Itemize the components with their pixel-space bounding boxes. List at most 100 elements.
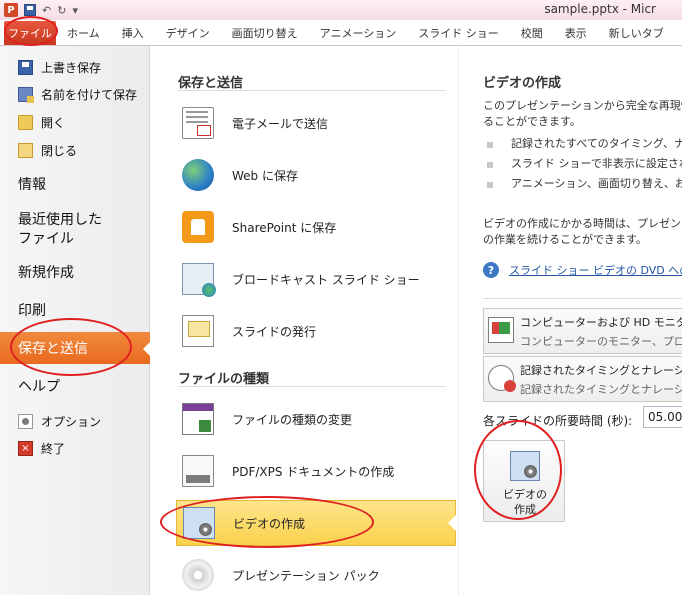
panel-description: ることができます。	[483, 115, 581, 128]
monitor-icon	[488, 317, 514, 343]
redo-icon[interactable]: ↻	[57, 4, 66, 17]
tab-file[interactable]: ファイル	[4, 21, 56, 45]
option-broadcast-slideshow[interactable]: ブロードキャスト スライド ショー	[176, 256, 456, 302]
panel-description: このプレゼンテーションから完全な再現性	[483, 99, 682, 112]
nav-exit-label: 終了	[41, 441, 66, 456]
dropdown-subtitle: 記録されたタイミングとナレーション	[520, 383, 682, 396]
nav-open-label: 開く	[41, 115, 66, 130]
dvd-help-link[interactable]: スライド ショー ビデオの DVD への	[509, 262, 682, 278]
nav-close-label: 閉じる	[41, 143, 78, 158]
nav-save[interactable]: 上書き保存	[0, 54, 101, 80]
save-as-icon	[18, 86, 34, 103]
nav-open[interactable]: 開く	[0, 109, 65, 135]
tab-new-tab[interactable]: 新しいタブ	[598, 21, 675, 45]
nav-recent[interactable]: 最近使用した ファイル	[0, 208, 150, 252]
backstage-left-nav: 上書き保存 名前を付けて保存 開く 閉じる 情報 最近使用した ファイル 新規作…	[0, 46, 151, 595]
customize-qat-icon[interactable]: ▾	[72, 4, 78, 17]
create-video-button-label: ビデオの 作成	[503, 488, 547, 516]
nav-save-as-label: 名前を付けて保存	[41, 87, 138, 102]
option-create-video[interactable]: ビデオの作成	[176, 500, 456, 546]
seconds-per-slide-input[interactable]: 05.00	[643, 406, 682, 428]
powerpoint-backstage-window: P ↶ ↻ ▾ sample.pptx - Micr ファイル ホーム 挿入 デ…	[0, 0, 682, 595]
email-icon	[182, 107, 214, 139]
bullet-item: スライド ショーで非表示に設定され	[511, 157, 682, 170]
bullet-marker	[487, 142, 493, 148]
option-label: SharePoint に保存	[232, 220, 337, 235]
tab-view[interactable]: 表示	[554, 21, 598, 45]
create-video-button[interactable]: ビデオの 作成	[483, 440, 565, 522]
nav-save-and-send[interactable]: 保存と送信	[0, 332, 151, 364]
publish-slides-icon	[182, 315, 214, 347]
options-icon	[18, 413, 33, 429]
close-folder-icon	[18, 142, 33, 158]
tab-slideshow[interactable]: スライド ショー	[407, 21, 510, 45]
help-icon: ?	[483, 262, 499, 278]
bullet-item: アニメーション、画面切り替え、およ	[511, 177, 682, 190]
tab-home[interactable]: ホーム	[56, 21, 111, 45]
nav-close[interactable]: 閉じる	[0, 137, 77, 163]
divider	[483, 298, 682, 299]
change-file-type-icon	[182, 403, 214, 435]
exit-icon: ×	[18, 440, 33, 456]
divider	[178, 386, 446, 387]
nav-options[interactable]: オプション	[0, 408, 101, 434]
option-save-to-web[interactable]: Web に保存	[176, 152, 456, 198]
option-label: ファイルの種類の変更	[232, 412, 353, 427]
nav-new[interactable]: 新規作成	[0, 256, 150, 288]
sharepoint-icon	[182, 211, 214, 243]
option-create-pdf-xps[interactable]: PDF/XPS ドキュメントの作成	[176, 448, 456, 494]
title-bar: P ↶ ↻ ▾ sample.pptx - Micr	[0, 0, 682, 20]
option-change-file-type[interactable]: ファイルの種類の変更	[176, 396, 456, 442]
option-label: スライドの発行	[232, 324, 317, 339]
help-row: ? スライド ショー ビデオの DVD への	[483, 262, 682, 278]
tab-animations[interactable]: アニメーション	[309, 21, 408, 45]
nav-help[interactable]: ヘルプ	[0, 370, 150, 402]
ribbon-tab-bar: ファイル ホーム 挿入 デザイン 画面切り替え アニメーション スライド ショー…	[0, 20, 682, 46]
pdf-document-icon	[182, 455, 214, 487]
option-label: PDF/XPS ドキュメントの作成	[232, 464, 395, 479]
option-label: Web に保存	[232, 168, 298, 183]
powerpoint-app-icon[interactable]: P	[4, 3, 18, 17]
nav-print[interactable]: 印刷	[0, 294, 150, 326]
dropdown-title: コンピューターおよび HD モニター	[520, 316, 682, 329]
nav-save-as[interactable]: 名前を付けて保存	[0, 81, 137, 107]
video-film-icon	[183, 507, 215, 539]
save-icon[interactable]	[24, 4, 36, 16]
save-icon	[18, 59, 33, 75]
option-label: ビデオの作成	[233, 516, 306, 531]
divider	[178, 90, 446, 91]
tab-transitions[interactable]: 画面切り替え	[221, 21, 309, 45]
option-label: プレゼンテーション パック	[232, 568, 380, 583]
window-title: sample.pptx - Micr	[544, 2, 656, 16]
open-folder-icon	[18, 114, 33, 130]
undo-icon[interactable]: ↶	[42, 4, 51, 17]
time-note: の作業を続けることができます。	[483, 233, 647, 246]
create-video-panel: ビデオの作成 このプレゼンテーションから完全な再現性 ることができます。 記録さ…	[458, 46, 682, 595]
dropdown-subtitle: コンピューターのモニター、プロジェ	[520, 335, 682, 348]
time-note: ビデオの作成にかかる時間は、プレゼンテ	[483, 217, 682, 230]
section-save-send-heading: 保存と送信	[178, 76, 244, 91]
timing-narration-dropdown[interactable]: 記録されたタイミングとナレーション 記録されたタイミングとナレーション	[483, 356, 682, 402]
bullet-marker	[487, 162, 493, 168]
section-file-types-heading: ファイルの種類	[178, 372, 270, 387]
tab-design[interactable]: デザイン	[155, 21, 221, 45]
panel-title: ビデオの作成	[483, 76, 562, 91]
bullet-item: 記録されたすべてのタイミング、ナレ	[511, 137, 682, 150]
option-label: 電子メールで送信	[232, 116, 329, 131]
tab-review[interactable]: 校閲	[510, 21, 554, 45]
nav-info[interactable]: 情報	[0, 168, 150, 200]
timing-clock-icon	[488, 365, 516, 392]
option-package-presentation[interactable]: プレゼンテーション パック	[176, 552, 456, 595]
quick-access-toolbar: ↶ ↻ ▾	[24, 4, 78, 17]
dropdown-title: 記録されたタイミングとナレーション	[520, 364, 682, 377]
bullet-marker	[487, 182, 493, 188]
option-publish-slides[interactable]: スライドの発行	[176, 308, 456, 354]
option-send-email[interactable]: 電子メールで送信	[176, 100, 456, 146]
nav-save-label: 上書き保存	[41, 60, 102, 75]
nav-exit[interactable]: × 終了	[0, 435, 65, 461]
option-save-to-sharepoint[interactable]: SharePoint に保存	[176, 204, 456, 250]
globe-icon	[182, 159, 214, 191]
video-quality-dropdown[interactable]: コンピューターおよび HD モニター コンピューターのモニター、プロジェ	[483, 308, 682, 354]
cd-icon	[182, 559, 214, 591]
tab-insert[interactable]: 挿入	[111, 21, 155, 45]
